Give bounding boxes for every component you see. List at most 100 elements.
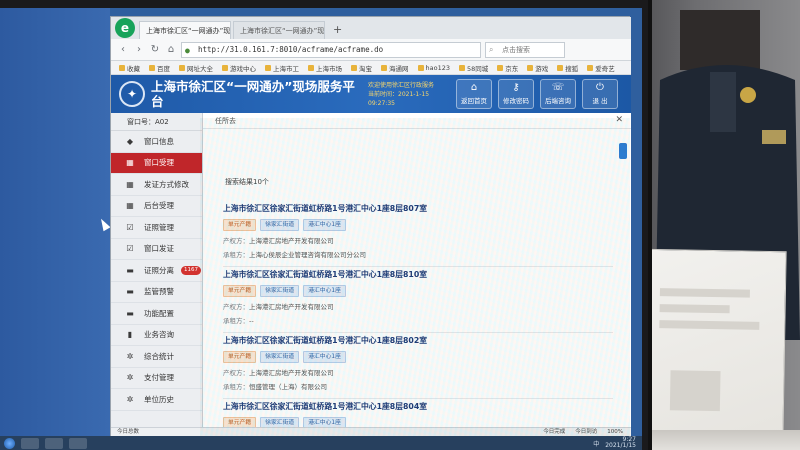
result-tenant-row: 承租方：恒盛管理（上海）有限公司 — [223, 381, 613, 391]
favorite-link[interactable]: 淘宝 — [351, 63, 372, 73]
forward-icon[interactable]: › — [133, 44, 145, 55]
result-tag: 港汇中心1座 — [303, 351, 346, 363]
result-tag: 单元产籍 — [223, 417, 257, 427]
scrollbar[interactable] — [619, 143, 627, 159]
home-icon[interactable]: ⌂ — [165, 44, 177, 55]
start-button[interactable] — [4, 437, 15, 449]
header-button-3[interactable]: ⏻ 退 出 — [582, 79, 618, 109]
key-icon: ⚷ — [512, 82, 520, 93]
header-button-label: 返回首页 — [461, 97, 487, 105]
favorite-link[interactable]: 海通网 — [381, 63, 409, 73]
favorite-link[interactable]: 游戏中心 — [222, 63, 256, 73]
bookmark-icon — [149, 64, 155, 71]
header-button-label: 后端咨询 — [545, 97, 571, 105]
sidebar-item-8[interactable]: ▬ 功能配置 — [111, 303, 202, 325]
sidebar-item-6[interactable]: ▬ 证照分离 1167 — [111, 260, 202, 282]
back-icon[interactable]: ‹ — [117, 44, 129, 55]
result-card[interactable]: 上海市徐汇区徐家汇街道虹桥路1号港汇中心1座8层810室 单元产籍 徐家汇街道 港汇中… — [223, 269, 613, 333]
header-button-0[interactable]: ⌂ 返回首页 — [456, 79, 492, 109]
result-owner-label: 产权方： — [223, 237, 249, 245]
taskbar-app[interactable] — [21, 437, 39, 449]
tab-active[interactable]: 上海市徐汇区“一网通办”现场 — [139, 21, 231, 39]
sidebar-item-2[interactable]: ▦ 发证方式修改 — [111, 174, 202, 196]
bookmark-icon — [351, 64, 357, 71]
favorite-link[interactable]: 搜狐 — [557, 63, 578, 73]
monitor-bezel: e 上海市徐汇区“一网通办”现场 上海市徐汇区“一网通办”现场 + ‹ › ↻ … — [0, 0, 652, 450]
bookmark-icon — [308, 64, 314, 71]
tag-icon: ◆ — [126, 136, 134, 146]
bookmark-icon — [527, 64, 534, 71]
result-owner-row: 产权方：上海港汇房地产开发有限公司 — [223, 367, 613, 377]
window-number: 窗口号：A02 — [111, 113, 202, 131]
favorites-bar: 收藏 百度 网址大全 游戏中心 上海市工 上海市场 淘宝 海通网 hao123 58同城 京东 游戏 搜… — [111, 61, 631, 75]
sidebar-item-label: 发证方式修改 — [144, 179, 189, 189]
result-owner-value: 上海港汇房地产开发有限公司 — [249, 237, 334, 245]
result-address[interactable]: 上海市徐汇区徐家汇街道虹桥路1号港汇中心1座8层802室 — [223, 335, 613, 346]
close-icon[interactable]: ✕ — [615, 115, 623, 125]
search-input[interactable]: ⌕ 点击搜索 — [485, 41, 565, 58]
taskbar-clock[interactable]: 9:27 2021/1/15 — [605, 437, 642, 449]
home-icon: ⌂ — [470, 82, 478, 93]
favorite-label: 淘宝 — [359, 64, 372, 73]
favorite-link[interactable]: 上海市工 — [265, 63, 299, 73]
favorite-label: hao123 — [425, 63, 451, 72]
sidebar-item-10[interactable]: ✲ 综合统计 — [111, 346, 202, 368]
grid-icon: ▦ — [126, 179, 134, 189]
result-card[interactable]: 上海市徐汇区徐家汇街道虹桥路1号港汇中心1座8层807室 单元产籍 徐家汇街道 港汇中… — [223, 203, 613, 267]
sidebar-item-9[interactable]: ▮ 业务咨询 — [111, 325, 202, 346]
bookmark-icon — [557, 64, 564, 71]
browser-window: e 上海市徐汇区“一网通办”现场 上海市徐汇区“一网通办”现场 + ‹ › ↻ … — [110, 16, 631, 437]
sidebar-item-label: 支付管理 — [144, 373, 174, 383]
result-tag: 港汇中心1座 — [303, 219, 346, 231]
tab-secondary[interactable]: 上海市徐汇区“一网通办”现场 — [233, 21, 325, 39]
favorite-link[interactable]: 上海市场 — [308, 63, 342, 73]
result-tags: 单元产籍 徐家汇街道 港汇中心1座 — [223, 285, 613, 297]
sidebar-item-label: 窗口发证 — [144, 244, 174, 254]
new-tab-icon[interactable]: + — [327, 21, 348, 39]
favorite-link[interactable]: 爱奇艺 — [587, 63, 615, 73]
taskbar-app[interactable] — [69, 437, 87, 449]
bookmark-icon — [417, 64, 424, 71]
app-header: ✦ 上海市徐汇区“一网通办”现场服务平台 欢迎使用徐汇区行政服务 当前时间：20… — [111, 75, 631, 113]
favorite-link[interactable]: 网址大全 — [179, 63, 213, 73]
address-bar[interactable]: ● http://31.0.161.7:8010/acframe/acframe… — [181, 41, 481, 58]
refresh-icon[interactable]: ↻ — [149, 44, 161, 55]
ime-indicator[interactable]: 中 — [593, 439, 599, 448]
sidebar-item-11[interactable]: ✲ 支付管理 — [111, 368, 202, 389]
header-button-1[interactable]: ⚷ 修改密码 — [498, 79, 534, 109]
sidebar-item-1[interactable]: ▦ 窗口受理 — [111, 152, 202, 174]
lock-icon: ● — [185, 45, 190, 55]
sidebar-item-0[interactable]: ◆ 窗口信息 — [111, 131, 202, 153]
header-button-2[interactable]: ☏ 后端咨询 — [540, 79, 576, 109]
result-card[interactable]: 上海市徐汇区徐家汇街道虹桥路1号港汇中心1座8层804室 单元产籍 徐家汇街道 港汇中… — [223, 401, 613, 427]
favorite-link[interactable]: 58同城 — [459, 63, 488, 73]
favorite-label: 上海市工 — [273, 64, 299, 73]
result-tenant-value: -- — [249, 317, 254, 325]
sidebar-item-7[interactable]: ▬ 监管预警 — [111, 282, 202, 303]
result-tag: 港汇中心1座 — [303, 417, 346, 427]
sidebar-item-label: 综合统计 — [144, 351, 174, 361]
sidebar-item-4[interactable]: ☑ 证照管理 — [111, 217, 202, 239]
sidebar-item-label: 证照管理 — [144, 222, 174, 232]
favorite-link[interactable]: 百度 — [149, 63, 170, 73]
result-tenant-value: 上海心侯辰企业管理咨询有限公司分公司 — [249, 251, 366, 259]
result-card[interactable]: 上海市徐汇区徐家汇街道虹桥路1号港汇中心1座8层802室 单元产籍 徐家汇街道 港汇中… — [223, 335, 613, 399]
favorite-label: 京东 — [505, 64, 519, 73]
sidebar-item-5[interactable]: ☑ 窗口发证 — [111, 239, 202, 260]
comment-icon: ▬ — [126, 287, 134, 297]
sidebar-item-12[interactable]: ✲ 单位历史 — [111, 389, 202, 411]
result-address[interactable]: 上海市徐汇区徐家汇街道虹桥路1号港汇中心1座8层807室 — [223, 203, 613, 214]
favorite-link[interactable]: hao123 — [417, 63, 451, 72]
favorite-link[interactable]: 京东 — [497, 63, 518, 73]
result-tag: 单元产籍 — [223, 219, 257, 231]
bookmark-icon — [459, 64, 465, 71]
taskbar-app[interactable] — [45, 437, 63, 449]
favorite-label: 爱奇艺 — [595, 64, 615, 73]
bookmark-icon — [381, 64, 387, 71]
favorite-link[interactable]: 游戏 — [527, 63, 548, 73]
sidebar-item-3[interactable]: ▦ 后台受理 — [111, 196, 202, 217]
favorite-link[interactable]: 收藏 — [119, 63, 140, 73]
result-address[interactable]: 上海市徐汇区徐家汇街道虹桥路1号港汇中心1座8层804室 — [223, 401, 613, 412]
url-text: http://31.0.161.7:8010/acframe/acframe.d… — [198, 44, 384, 54]
result-address[interactable]: 上海市徐汇区徐家汇街道虹桥路1号港汇中心1座8层810室 — [223, 269, 613, 280]
